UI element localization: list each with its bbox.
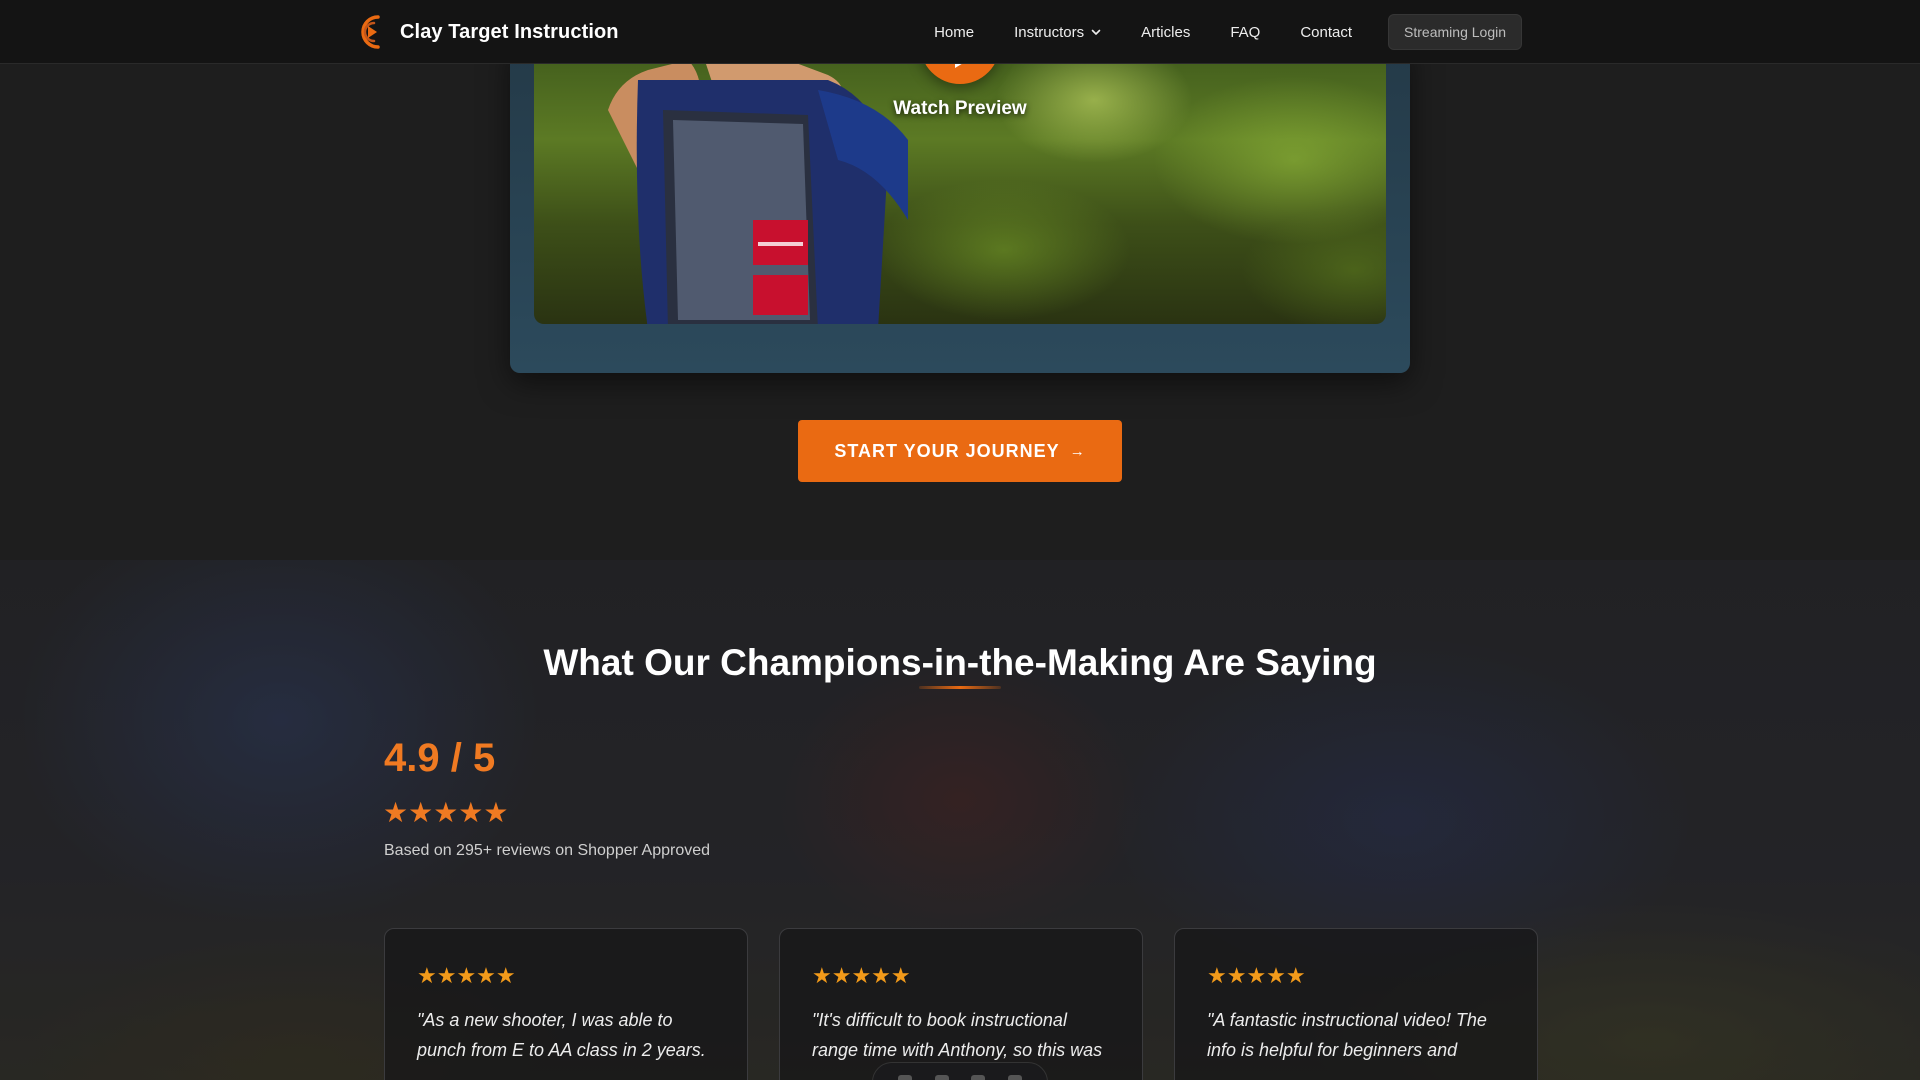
testimonial-card: ★★★★★ "It's difficult to book instructio… [779, 928, 1143, 1080]
card-stars: ★★★★★ [812, 963, 911, 988]
nav-links: Home Instructors Articles FAQ Contact St… [934, 0, 1522, 64]
video-preview-frame: Watch Preview [510, 40, 1410, 373]
nav-faq-link[interactable]: FAQ [1230, 24, 1260, 41]
testimonial-card: ★★★★★ "A fantastic instructional video! … [1174, 928, 1538, 1080]
brand-logo-icon [361, 15, 380, 49]
floating-toolbar[interactable] [872, 1062, 1048, 1080]
watch-preview-label: Watch Preview [893, 98, 1027, 119]
menu-icon[interactable] [971, 1075, 986, 1080]
microphone-icon[interactable] [898, 1075, 913, 1080]
nav-instructors-label: Instructors [1014, 23, 1085, 41]
video-thumbnail[interactable]: Watch Preview [534, 40, 1386, 324]
testimonials-title: What Our Champions-in-the-Making Are Say… [543, 642, 1377, 683]
nav-contact-link[interactable]: Contact [1300, 24, 1352, 41]
title-underline [919, 686, 1001, 689]
card-quote: "A fantastic instructional video! The in… [1207, 1010, 1487, 1060]
rating-score: 4.9 / 5 [384, 736, 496, 780]
rating-note: Based on 295+ reviews on Shopper Approve… [384, 842, 711, 859]
rating-stars: ★★★★★ [383, 797, 509, 828]
shooter-image [608, 40, 908, 324]
gear-icon[interactable] [1007, 1075, 1022, 1080]
top-nav: Clay Target Instruction Home Instructors… [0, 0, 1920, 64]
nav-home-link[interactable]: Home [934, 24, 974, 41]
card-quote: "As a new shooter, I was able to punch f… [417, 1010, 706, 1060]
pen-icon[interactable] [934, 1075, 949, 1080]
nav-articles-link[interactable]: Articles [1141, 24, 1190, 41]
brand-link[interactable]: Clay Target Instruction [354, 12, 619, 52]
testimonials-section: What Our Champions-in-the-Making Are Say… [0, 560, 1920, 1080]
cta-label: START YOUR JOURNEY [834, 440, 1060, 461]
chevron-down-icon [1091, 29, 1101, 35]
nav-instructors-dropdown[interactable]: Instructors [1014, 24, 1101, 41]
card-stars: ★★★★★ [417, 963, 516, 988]
start-journey-button[interactable]: START YOUR JOURNEY → [798, 420, 1122, 482]
arrow-right-icon: → [1069, 442, 1086, 460]
brand-name: Clay Target Instruction [400, 20, 619, 43]
streaming-login-button[interactable]: Streaming Login [1388, 14, 1522, 50]
card-stars: ★★★★★ [1207, 963, 1306, 988]
card-quote: "It's difficult to book instructional ra… [812, 1010, 1103, 1060]
testimonial-card: ★★★★★ "As a new shooter, I was able to p… [384, 928, 748, 1080]
